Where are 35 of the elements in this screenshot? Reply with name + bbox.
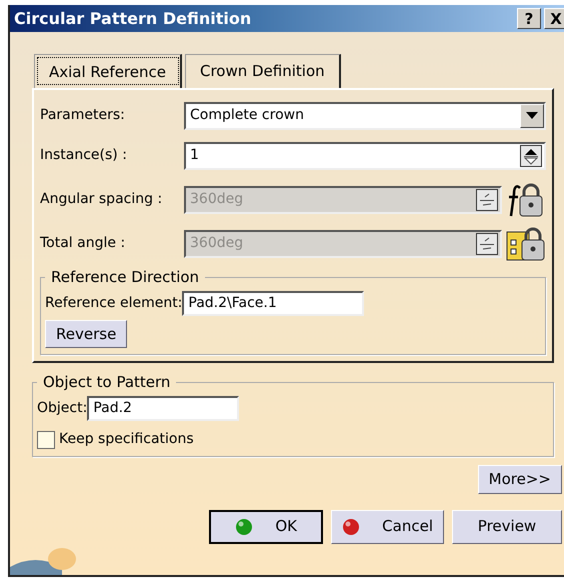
reverse-button[interactable]: Reverse: [45, 320, 128, 348]
spinner-arrows-icon[interactable]: [520, 144, 542, 166]
table-lock-icon[interactable]: [506, 226, 546, 262]
spinner-arrows-icon: [476, 232, 498, 254]
field-label: Reference element:: [45, 294, 182, 312]
reference-element-field[interactable]: Pad.2\Face.1: [182, 290, 364, 316]
globe-drawing: [10, 545, 76, 575]
window-title: Circular Pattern Definition: [14, 8, 252, 30]
dropdown-field[interactable]: Complete crown: [184, 102, 546, 130]
ok-button[interactable]: OK: [209, 510, 324, 544]
spinner-value: 360deg: [190, 234, 244, 253]
spinner-value: 360deg: [190, 190, 244, 209]
checkbox[interactable]: [37, 430, 55, 448]
cancel-button[interactable]: Cancel: [331, 510, 444, 544]
dropdown-value: Complete crown: [190, 106, 304, 125]
group-title: Reference Direction: [50, 270, 200, 284]
checkbox-label: Keep specifications: [59, 430, 194, 449]
field-label: Total angle :: [40, 234, 126, 253]
field-label: Instance(s) :: [40, 146, 128, 165]
spinner-arrows-icon: [476, 188, 498, 210]
tab[interactable]: Crown Definition: [184, 54, 341, 88]
help-button[interactable]: ?: [517, 8, 541, 29]
status-ball-icon: [235, 518, 254, 536]
group-title: Object to Pattern: [42, 375, 172, 390]
field-label: Parameters:: [40, 106, 126, 125]
tab[interactable]: Axial Reference: [34, 54, 182, 88]
close-button[interactable]: X: [544, 8, 564, 29]
object-field[interactable]: Pad.2: [87, 396, 240, 421]
spinner-value: 1: [190, 146, 199, 165]
status-ball-icon: [342, 518, 360, 536]
field-label: Object:: [37, 399, 88, 418]
spinner-field[interactable]: 1: [184, 142, 546, 170]
plain-button[interactable]: Preview: [452, 510, 562, 544]
field-label: Angular spacing :: [40, 190, 164, 209]
more-button[interactable]: More>>: [478, 465, 562, 494]
